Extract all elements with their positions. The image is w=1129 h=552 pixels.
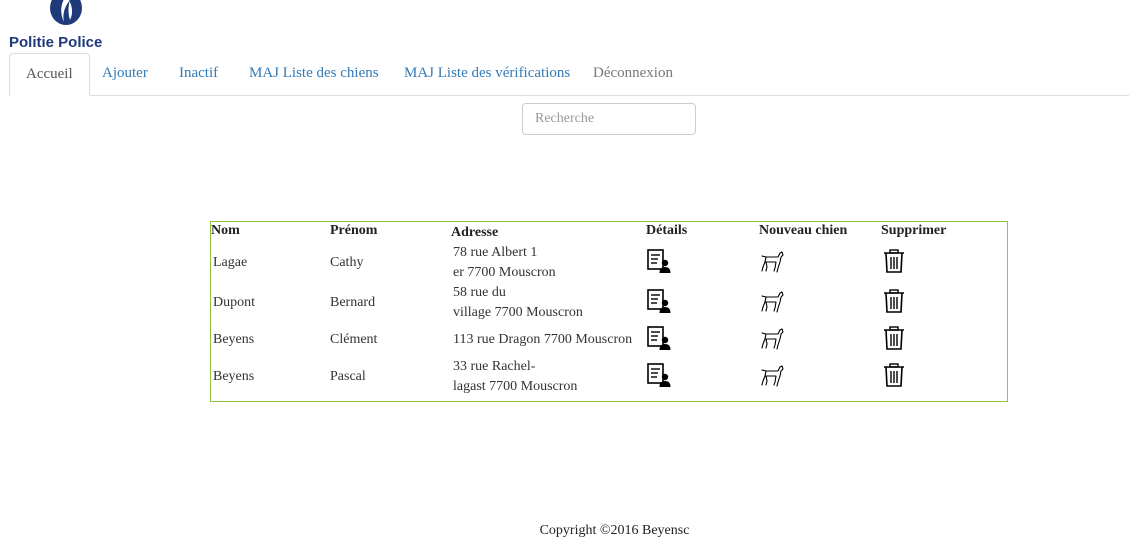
dog-icon[interactable]	[759, 248, 785, 274]
dog-icon[interactable]	[759, 325, 785, 351]
table-row: Beyens Pascal 33 rue Rachel- lagast 7700…	[211, 357, 1007, 397]
header-prenom: Prénom	[330, 223, 378, 238]
cell-prenom: Pascal	[330, 369, 366, 384]
header-supprimer: Supprimer	[881, 223, 947, 238]
header-nouveau-chien: Nouveau chien	[759, 223, 848, 238]
cell-adresse: 113 rue Dragon 7700 Mouscron	[451, 323, 646, 357]
footer-copyright: Copyright ©2016 Beyensc	[539, 523, 690, 538]
table-row: Lagae Cathy 78 rue Albert 1 er 7700 Mous…	[211, 243, 1007, 283]
header-details: Détails	[646, 223, 688, 238]
person-document-icon[interactable]	[646, 288, 672, 314]
trash-icon[interactable]	[881, 248, 907, 274]
cell-prenom: Clément	[330, 332, 378, 347]
address-line: er 7700 Mouscron	[453, 265, 556, 280]
tab-deconnexion[interactable]: Déconnexion	[577, 53, 689, 94]
page: Politie Police Accueil Ajouter Inactif M…	[0, 0, 1129, 552]
address-line: 58 rue du	[453, 285, 506, 300]
search-input[interactable]	[522, 103, 696, 135]
cell-nom: Beyens	[213, 369, 255, 384]
cell-nom: Dupont	[213, 295, 255, 310]
person-document-icon[interactable]	[646, 362, 672, 388]
address-line: 113 rue Dragon 7700 Mouscron	[453, 332, 633, 347]
nav-tabs: Accueil Ajouter Inactif MAJ Liste des ch…	[9, 53, 1129, 96]
person-document-icon[interactable]	[646, 325, 672, 351]
trash-icon[interactable]	[881, 325, 907, 351]
brand-logo[interactable]: Politie Police	[9, 0, 119, 52]
tab-maj-verifications[interactable]: MAJ Liste des vérifications	[388, 53, 586, 94]
dog-icon[interactable]	[759, 288, 785, 314]
address-line: 78 rue Albert 1	[453, 245, 538, 260]
address-line: village 7700 Mouscron	[453, 305, 583, 320]
owners-table: Nom Prénom Adresse Détails Nouveau chien…	[210, 221, 1008, 402]
table-row: Beyens Clément 113 rue Dragon 7700 Mousc…	[211, 323, 1007, 357]
police-logo-icon	[50, 0, 82, 25]
tab-accueil[interactable]: Accueil	[9, 53, 90, 96]
cell-adresse: 58 rue du village 7700 Mouscron	[451, 283, 646, 323]
trash-icon[interactable]	[881, 288, 907, 314]
table-row: Dupont Bernard 58 rue du village 7700 Mo…	[211, 283, 1007, 323]
cell-prenom: Bernard	[330, 295, 376, 310]
brand-name: Politie Police	[9, 34, 103, 51]
cell-adresse: 78 rue Albert 1 er 7700 Mouscron	[451, 243, 646, 283]
cell-nom: Lagae	[213, 255, 248, 270]
tab-ajouter[interactable]: Ajouter	[86, 53, 164, 94]
address-line: 33 rue Rachel-	[453, 359, 536, 374]
cell-nom: Beyens	[213, 332, 255, 347]
header-adresse: Adresse	[451, 225, 499, 240]
tab-maj-chiens[interactable]: MAJ Liste des chiens	[233, 53, 395, 94]
address-line: lagast 7700 Mouscron	[453, 379, 578, 394]
dog-icon[interactable]	[759, 362, 785, 388]
cell-prenom: Cathy	[330, 255, 364, 270]
tab-inactif[interactable]: Inactif	[163, 53, 234, 94]
person-document-icon[interactable]	[646, 248, 672, 274]
cell-adresse: 33 rue Rachel- lagast 7700 Mouscron	[451, 357, 646, 397]
trash-icon[interactable]	[881, 362, 907, 388]
header-nom: Nom	[211, 223, 240, 238]
